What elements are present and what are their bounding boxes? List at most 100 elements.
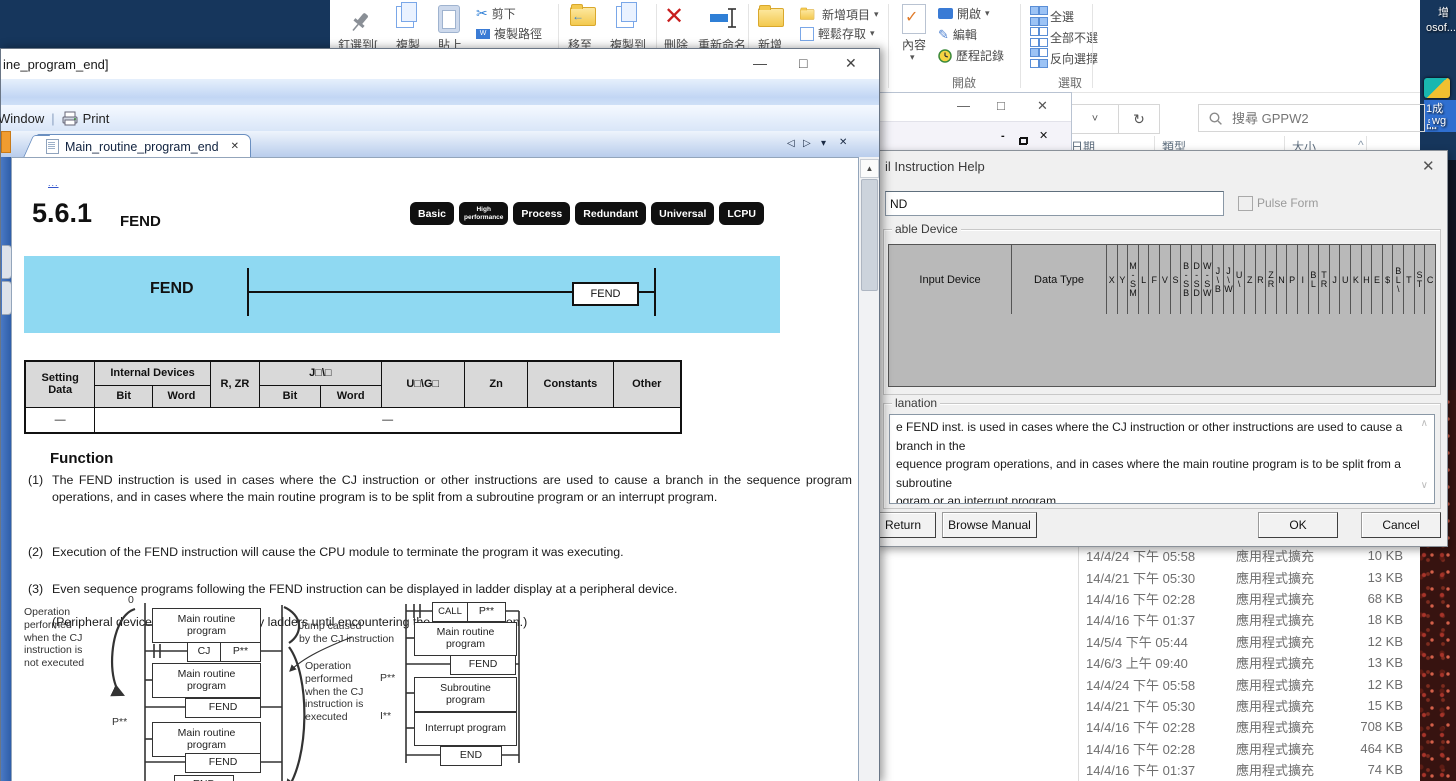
edit-button[interactable]: ✎ 編輯 — [938, 26, 977, 43]
file-row[interactable]: 14/5/4 下午 05:44 應用程式擴充 12 KB — [1080, 631, 1420, 652]
gx-title-bar[interactable]: ine_program_end] — □ ✕ — [1, 49, 879, 80]
file-row[interactable]: 14/4/16 下午 02:28 應用程式擴充 708 KB — [1080, 716, 1420, 737]
ok-button[interactable]: OK — [1258, 512, 1338, 538]
fend-box-1: FEND — [185, 698, 261, 718]
browse-manual-button[interactable]: Browse Manual — [942, 512, 1037, 538]
file-row[interactable]: 14/4/24 下午 05:58 應用程式擴充 12 KB — [1080, 673, 1420, 694]
file-date: 14/4/16 下午 01:37 — [1086, 610, 1236, 629]
paste-button[interactable] — [438, 5, 460, 33]
tab-list-dropdown-icon[interactable]: ▾ — [821, 138, 826, 149]
file-row[interactable]: 14/6/3 上午 09:40 應用程式擴充 13 KB — [1080, 652, 1420, 673]
th-u-g: U□\G□ — [381, 361, 464, 407]
select-none-button[interactable]: 全部不選 — [1030, 27, 1098, 47]
scroll-up-button[interactable]: ▲ — [860, 159, 879, 178]
file-type: 應用程式擴充 — [1236, 632, 1351, 651]
ribbon-divider — [1020, 4, 1021, 88]
interrupt-box: Interrupt program — [414, 712, 517, 746]
search-field[interactable] — [1198, 104, 1425, 132]
file-row[interactable]: 14/4/21 下午 05:30 應用程式擴充 15 KB — [1080, 695, 1420, 716]
file-type: 應用程式擴充 — [1236, 760, 1351, 779]
input-device-header: Input Device — [889, 245, 1012, 315]
address-dropdown-button[interactable]: ˅ — [1070, 104, 1119, 134]
desktop-icon-label[interactable]: 增 — [1438, 4, 1449, 20]
mdi-restore-button[interactable] — [1019, 137, 1028, 145]
device-column: T R — [1319, 245, 1330, 315]
tab-scroll-right-icon[interactable]: ▷ — [803, 138, 811, 149]
file-row[interactable]: 14/4/16 下午 01:37 應用程式擴充 74 KB — [1080, 759, 1420, 780]
close-button[interactable]: ✕ — [1037, 98, 1048, 114]
close-button[interactable]: ✕ — [845, 55, 857, 72]
copy-button[interactable] — [396, 6, 414, 28]
document-scrollbar[interactable]: ▲ — [858, 157, 879, 781]
background-app-window: — □ ✕ - ✕ — [878, 92, 1072, 154]
history-icon — [938, 49, 952, 63]
file-date: 14/4/21 下午 05:30 — [1086, 568, 1236, 587]
easy-access-button[interactable]: 輕鬆存取▾ — [800, 25, 875, 42]
tab-scroll-left-icon[interactable]: ◁ — [787, 138, 795, 149]
copy-to-icon — [616, 6, 634, 28]
hidden-tab-edge[interactable] — [1, 131, 11, 153]
file-date: 14/6/3 上午 09:40 — [1086, 653, 1236, 672]
usable-device-group: able Device Input Device Data Type XYM -… — [883, 229, 1441, 395]
pointer-label: P** — [112, 716, 127, 729]
file-date: 14/4/21 下午 05:30 — [1086, 696, 1236, 715]
instruction-input[interactable]: ND — [885, 191, 1224, 216]
desktop-icon-label[interactable]: osof... — [1426, 22, 1456, 34]
dialog-close-button[interactable]: ✕ — [1422, 157, 1435, 175]
dwg-file-icon[interactable] — [1424, 78, 1450, 98]
scroll-up-icon: ▲ — [866, 164, 874, 173]
copy-path-button[interactable]: W 複製路徑 — [476, 25, 542, 42]
open-button[interactable]: 開啟▾ — [938, 5, 990, 22]
menu-window[interactable]: Window — [0, 111, 44, 126]
file-row[interactable]: 14/4/16 下午 02:28 應用程式擴充 68 KB — [1080, 588, 1420, 609]
file-row[interactable]: 14/4/24 下午 05:58 應用程式擴充 10 KB — [1080, 545, 1420, 566]
desktop-icon-label-selected[interactable]: wg — [1430, 115, 1448, 127]
file-size: 68 KB — [1351, 591, 1403, 606]
scroll-up-icon[interactable]: ∧ — [1421, 418, 1428, 429]
tab-main-routine-program-end[interactable]: Main_routine_program_end ✕ — [37, 134, 251, 158]
scroll-down-icon[interactable]: ∨ — [1421, 480, 1428, 491]
refresh-button[interactable]: ↻ — [1118, 104, 1160, 134]
scroll-thumb[interactable] — [861, 179, 878, 291]
rename-button[interactable] — [708, 6, 738, 35]
minimize-button[interactable]: — — [753, 55, 767, 71]
new-folder-button[interactable] — [758, 8, 784, 27]
delete-button[interactable]: ✕ — [664, 2, 684, 31]
file-row[interactable]: 14/4/16 下午 01:37 應用程式擴充 18 KB — [1080, 609, 1420, 630]
properties-button[interactable]: ✓ — [902, 4, 926, 34]
search-input[interactable] — [1230, 110, 1384, 127]
menu-print[interactable]: Print — [83, 111, 110, 126]
history-button[interactable]: 歷程記錄 — [938, 47, 1004, 64]
cpu-badge: Process — [513, 202, 570, 225]
cancel-button[interactable]: Cancel — [1361, 512, 1441, 538]
new-item-button[interactable]: 新增項目▾ — [800, 5, 879, 24]
cut-icon: ✂ — [476, 5, 488, 22]
cpu-badge: Redundant — [575, 202, 646, 225]
device-column: Y — [1118, 245, 1129, 315]
file-date: 14/4/16 下午 02:28 — [1086, 739, 1236, 758]
file-size: 464 KB — [1351, 741, 1403, 756]
more-link[interactable]: ... — [48, 178, 59, 188]
properties-label: 內容 — [902, 36, 926, 53]
rename-icon — [708, 6, 738, 30]
cut-button[interactable]: ✂ 剪下 — [476, 5, 516, 22]
minimize-button[interactable]: — — [957, 98, 970, 113]
device-column: C — [1425, 245, 1435, 315]
gx-document-window: ine_program_end] — □ ✕ Window | Print Ma… — [0, 48, 880, 781]
ribbon-divider — [1092, 4, 1093, 88]
mdi-minimize-button[interactable]: - — [1001, 130, 1005, 142]
move-to-button[interactable]: ← — [570, 7, 596, 26]
copy-to-button[interactable] — [616, 6, 634, 28]
maximize-button[interactable]: □ — [997, 98, 1005, 113]
select-all-button[interactable]: 全選 — [1030, 6, 1074, 26]
tab-close-all-icon[interactable]: ✕ — [839, 137, 847, 148]
maximize-button[interactable]: □ — [799, 55, 807, 71]
file-row[interactable]: 14/4/16 下午 02:28 應用程式擴充 464 KB — [1080, 738, 1420, 759]
invert-selection-button[interactable]: 反向選擇 — [1030, 48, 1098, 68]
file-row[interactable]: 14/4/21 下午 05:30 應用程式擴充 13 KB — [1080, 566, 1420, 587]
pulse-form-checkbox[interactable] — [1238, 196, 1253, 211]
tab-close-icon[interactable]: ✕ — [231, 141, 239, 152]
mdi-close-button[interactable]: ✕ — [1039, 129, 1048, 142]
device-column: B L — [1309, 245, 1320, 315]
explanation-textbox[interactable]: e FEND inst. is used in cases where the … — [889, 414, 1435, 504]
